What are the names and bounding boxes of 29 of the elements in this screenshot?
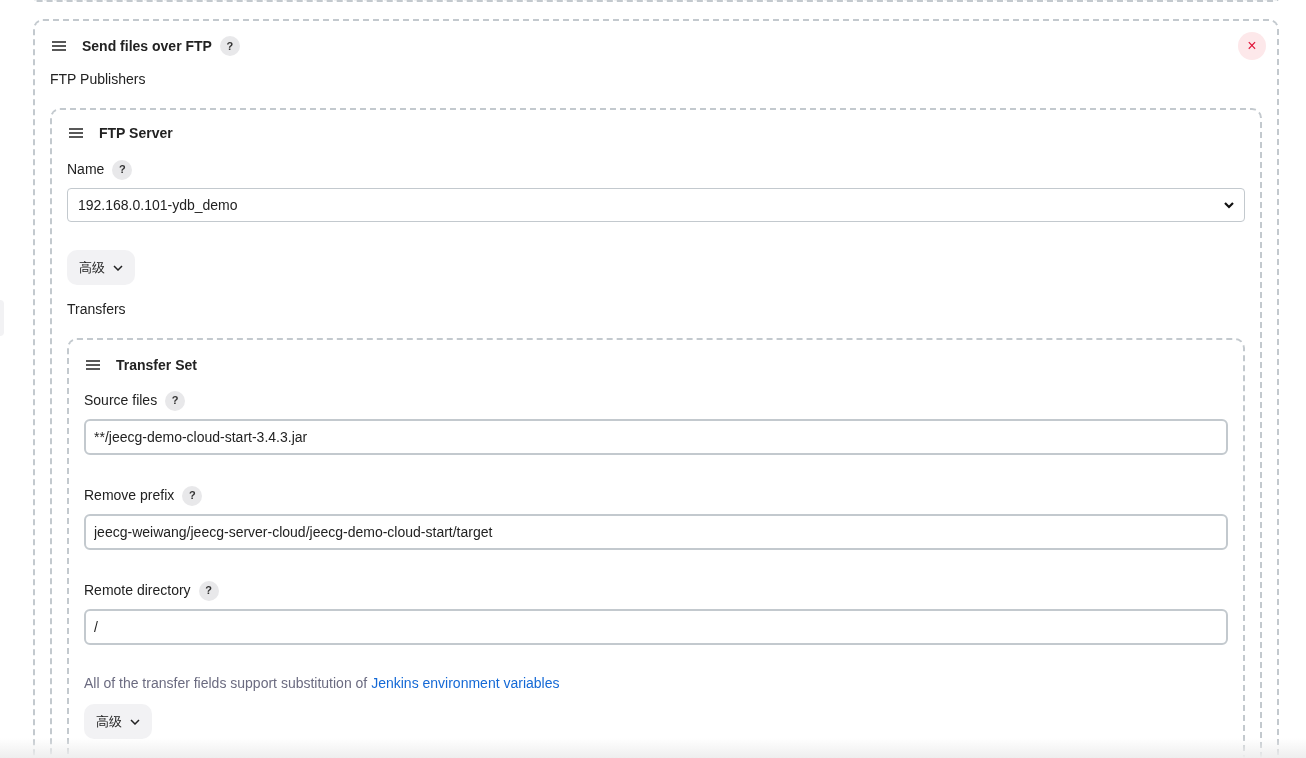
chevron-down-icon [1224,201,1234,209]
section-label: Transfers [67,300,127,319]
name-select[interactable]: 192.168.0.101-ydb_demo [67,188,1245,222]
close-button[interactable]: × [1238,32,1266,60]
text-field[interactable]: / [84,609,1228,645]
help-text: All of the transfer fields support substitution of Jenkins environment variables [84,674,561,693]
drag-handle-icon[interactable] [69,128,83,138]
help-button[interactable]: ? [112,159,133,180]
help-button[interactable]: ? [165,390,186,411]
chevron-down-icon [130,718,140,725]
card-title: FTP Server [99,123,173,143]
drag-handle-icon[interactable] [86,360,100,370]
drag-handle-icon[interactable] [52,41,66,51]
help-button[interactable]: ? [219,36,240,56]
section-label: FTP Publishers [50,70,147,89]
field-label: Name [67,160,105,179]
chevron-down-icon [113,264,123,271]
advanced-button[interactable]: 高级 [67,250,135,285]
card-title: Transfer Set [116,355,197,375]
advanced-button[interactable]: 高级 [84,704,152,739]
field-label: Remote directory [84,581,191,600]
text-field[interactable]: jeecg-weiwang/jeecg-server-cloud/jeecg-demo-cloud-start/target [84,514,1228,550]
help-button[interactable]: ? [182,485,203,506]
field-label: Remove prefix [84,486,175,505]
text-field[interactable]: **/jeecg-demo-cloud-start-3.4.3.jar [84,419,1228,455]
env-variables-link[interactable]: Jenkins environment variables [371,675,560,691]
field-label: Source files [84,391,158,410]
help-button[interactable]: ? [198,580,219,601]
card-title: Send files over FTP [82,36,212,56]
